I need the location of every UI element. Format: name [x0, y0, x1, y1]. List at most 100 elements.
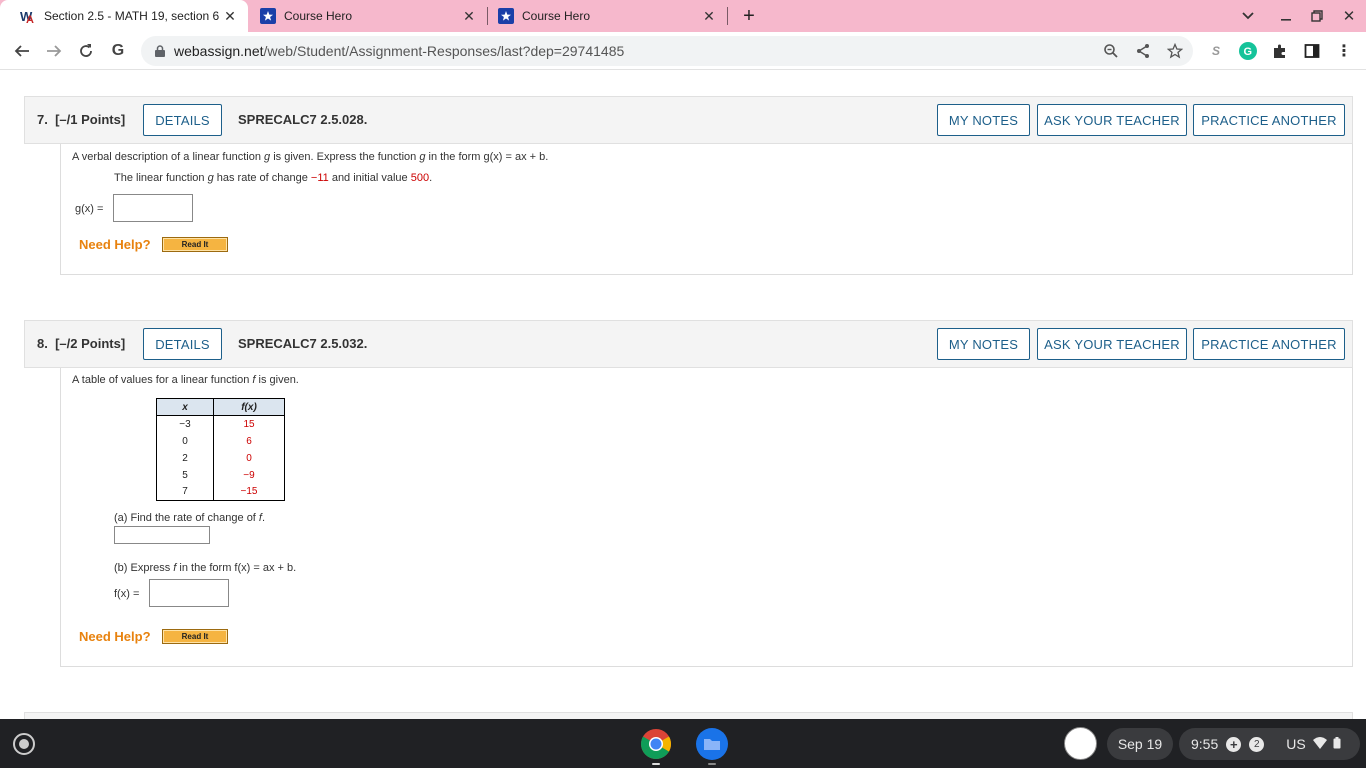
rate-value: −11 [310, 172, 329, 184]
share-icon[interactable] [1133, 41, 1153, 61]
rate-of-change-input[interactable] [114, 526, 210, 544]
read-it-button[interactable]: Read It [162, 629, 228, 644]
question-7-header: 7. [–/1 Points] DETAILS SPRECALC7 2.5.02… [24, 96, 1353, 144]
x-cell: −3 [156, 415, 214, 433]
forward-arrow-icon[interactable] [41, 38, 67, 64]
tab-webassign[interactable]: WA Section 2.5 - MATH 19, section 6 ✕ [0, 0, 248, 32]
table-row: 06 [156, 432, 285, 450]
plus-circle-icon: + [1226, 736, 1242, 752]
my-notes-button[interactable]: MY NOTES [937, 328, 1030, 360]
g-of-x-answer-input[interactable] [113, 194, 193, 222]
close-tab-icon[interactable]: ✕ [461, 8, 477, 24]
launcher-icon[interactable] [13, 733, 35, 755]
fx-cell: 0 [213, 449, 285, 467]
back-arrow-icon[interactable] [9, 38, 35, 64]
files-app-icon[interactable] [696, 728, 728, 765]
svg-text:A: A [26, 14, 34, 24]
tab-title: Course Hero [284, 9, 353, 23]
question-code: SPRECALC7 2.5.028. [238, 112, 368, 127]
url-text: webassign.net/web/Student/Assignment-Res… [174, 43, 624, 59]
x-cell: 7 [156, 483, 214, 501]
browser-toolbar: G webassign.net/web/Student/Assignment-R… [0, 32, 1366, 70]
x-cell: 2 [156, 449, 214, 467]
tab-course-hero-1[interactable]: Course Hero ✕ [248, 0, 487, 32]
tab-search-chevron-icon[interactable] [1236, 4, 1260, 28]
course-hero-icon [260, 8, 276, 24]
question-8-body: A table of values for a linear function … [60, 368, 1353, 667]
notification-count-badge: 2 [1249, 736, 1265, 752]
lock-icon [155, 44, 165, 57]
webassign-logo-icon: WA [20, 8, 36, 24]
question-8-points: 8. [–/2 Points] [37, 336, 126, 351]
chrome-app-icon[interactable] [640, 728, 672, 765]
fx-cell: −15 [213, 483, 285, 501]
tab-title: Course Hero [522, 9, 591, 23]
fx-cell: −9 [213, 466, 285, 484]
extension-s-icon[interactable]: S [1206, 41, 1226, 61]
my-notes-button[interactable]: MY NOTES [937, 104, 1030, 136]
status-tray[interactable]: 9:55 + 2 US [1179, 728, 1360, 760]
reload-icon[interactable] [73, 38, 99, 64]
stylus-circle-icon[interactable] [1064, 727, 1097, 760]
initial-value: 500 [410, 172, 430, 184]
tab-title: Section 2.5 - MATH 19, section 6 [44, 9, 220, 23]
question-7-points: 7. [–/1 Points] [37, 112, 126, 127]
google-g-icon[interactable]: G [105, 38, 131, 64]
grammarly-icon[interactable]: G [1238, 41, 1258, 61]
read-it-button[interactable]: Read It [162, 237, 228, 252]
need-help-label: Need Help? [79, 237, 151, 252]
practice-another-button[interactable]: PRACTICE ANOTHER [1193, 104, 1345, 136]
question-8-header: 8. [–/2 Points] DETAILS SPRECALC7 2.5.03… [24, 320, 1353, 368]
zoom-magnifier-icon[interactable] [1101, 41, 1121, 61]
question-7-description: The linear function g has rate of change… [114, 172, 433, 184]
browser-menu-icon[interactable]: ⋮ [1334, 41, 1354, 61]
question-8-prompt: A table of values for a linear function … [72, 374, 299, 386]
fx-cell: 15 [213, 415, 285, 433]
table-row: −3 15 [156, 415, 285, 433]
x-cell: 0 [156, 432, 214, 450]
address-bar[interactable]: webassign.net/web/Student/Assignment-Res… [141, 36, 1193, 66]
question-7-prompt: A verbal description of a linear functio… [72, 151, 549, 163]
tab-divider [727, 7, 728, 25]
table-header-fx: f(x) [213, 398, 285, 416]
clock-time: 9:55 [1191, 736, 1219, 752]
restore-icon[interactable] [1305, 4, 1329, 28]
wifi-icon [1312, 736, 1327, 752]
side-panel-icon[interactable] [1302, 41, 1322, 61]
close-tab-icon[interactable]: ✕ [701, 8, 717, 24]
part-a-prompt: (a) Find the rate of change of f. [114, 512, 266, 524]
table-header-x: x [156, 398, 214, 416]
values-table: x f(x) −3 15 06 20 5 −9 7 −15 [156, 398, 285, 501]
table-row: 5 −9 [156, 466, 285, 484]
ask-teacher-button[interactable]: ASK YOUR TEACHER [1037, 104, 1187, 136]
answer-label: g(x) = [75, 203, 104, 215]
table-row: 7 −15 [156, 483, 285, 501]
next-question-header-edge [24, 712, 1353, 719]
f-of-x-answer-input[interactable] [149, 579, 229, 607]
close-window-icon[interactable]: ✕ [1337, 4, 1361, 28]
extensions-puzzle-icon[interactable] [1270, 41, 1290, 61]
details-button[interactable]: DETAILS [143, 328, 222, 360]
tab-strip: WA Section 2.5 - MATH 19, section 6 ✕ Co… [0, 0, 1366, 32]
table-row: 20 [156, 449, 285, 467]
locale-label: US [1286, 736, 1306, 752]
answer-label: f(x) = [114, 588, 140, 600]
need-help-label: Need Help? [79, 629, 151, 644]
practice-another-button[interactable]: PRACTICE ANOTHER [1193, 328, 1345, 360]
fx-cell: 6 [213, 432, 285, 450]
ask-teacher-button[interactable]: ASK YOUR TEACHER [1037, 328, 1187, 360]
new-tab-button[interactable]: + [737, 4, 761, 28]
close-tab-icon[interactable]: ✕ [222, 8, 238, 24]
minimize-icon[interactable] [1274, 4, 1298, 28]
question-7-body: A verbal description of a linear functio… [60, 144, 1353, 275]
tab-course-hero-2[interactable]: Course Hero ✕ [488, 0, 727, 32]
bookmark-star-icon[interactable] [1165, 41, 1185, 61]
os-taskbar: Sep 19 9:55 + 2 US [0, 719, 1366, 768]
details-button[interactable]: DETAILS [143, 104, 222, 136]
svg-text:G: G [1244, 46, 1253, 58]
question-code: SPRECALC7 2.5.032. [238, 336, 368, 351]
part-b-prompt: (b) Express f in the form f(x) = ax + b. [114, 562, 297, 574]
x-cell: 5 [156, 466, 214, 484]
date-pill[interactable]: Sep 19 [1107, 728, 1173, 760]
battery-icon [1333, 736, 1341, 752]
